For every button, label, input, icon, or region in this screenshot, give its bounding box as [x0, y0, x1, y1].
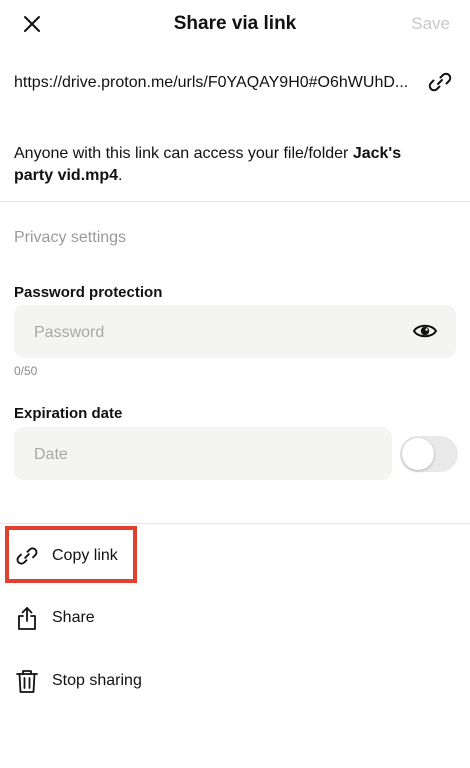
stop-sharing-label: Stop sharing [52, 672, 142, 689]
password-protection-label: Password protection [14, 284, 163, 301]
date-field-container [14, 427, 392, 482]
stop-sharing-button[interactable]: Stop sharing [14, 661, 142, 701]
divider [0, 523, 470, 524]
copy-link-label: Copy link [52, 547, 118, 564]
share-icon [14, 605, 40, 631]
description-text: Anyone with this link can access your fi… [14, 145, 353, 162]
share-description: Anyone with this link can access your fi… [14, 143, 444, 187]
share-label: Share [52, 609, 95, 626]
share-button[interactable]: Share [14, 598, 95, 638]
password-char-counter: 0/50 [14, 364, 38, 378]
toggle-knob [402, 438, 434, 470]
divider [0, 201, 470, 202]
privacy-settings-heading: Privacy settings [14, 229, 127, 246]
description-suffix: . [118, 167, 123, 184]
page-title: Share via link [173, 13, 297, 34]
eye-icon [413, 324, 437, 338]
password-input[interactable] [32, 305, 406, 360]
link-icon [14, 543, 40, 569]
expiration-toggle[interactable] [400, 436, 458, 472]
expiration-date-label: Expiration date [14, 405, 123, 422]
copy-url-button[interactable] [426, 68, 454, 96]
share-url: https://drive.proton.me/urls/F0YAQAY9H0#… [14, 74, 409, 91]
copy-link-button[interactable]: Copy link [14, 536, 118, 576]
show-password-button[interactable] [412, 320, 438, 342]
password-field-container [14, 305, 456, 360]
link-icon [428, 72, 452, 92]
date-input[interactable] [32, 427, 376, 482]
trash-icon [14, 668, 40, 694]
save-button[interactable]: Save [411, 14, 450, 34]
